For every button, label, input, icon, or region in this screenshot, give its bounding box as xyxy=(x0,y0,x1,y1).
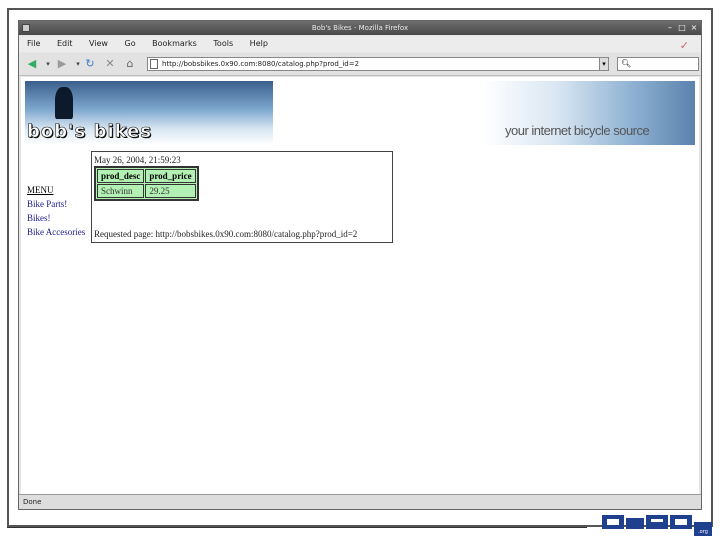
nav-link-bike-accessories[interactable]: Bike Accesories xyxy=(27,227,87,238)
window-title: Bob's Bikes - Mozilla Firefox xyxy=(311,24,409,32)
table-cell: 29.25 xyxy=(145,184,196,198)
close-icon[interactable]: × xyxy=(689,23,699,33)
slide-bottom-rule xyxy=(7,527,587,528)
menu-help[interactable]: Help xyxy=(250,39,268,48)
menu-go[interactable]: Go xyxy=(125,39,136,48)
page-content: bob's bikes your internet bicycle source… xyxy=(21,77,699,495)
query-result-box: May 26, 2004, 21:59:23 prod_desc prod_pr… xyxy=(91,151,393,243)
search-icon: 🔍︎ xyxy=(621,59,632,68)
menu-tools[interactable]: Tools xyxy=(213,39,233,48)
navigation-toolbar: ◀ ▾ ▶ ▾ ↻ ✕ ⌂ http://bobsbikes.0x90.com:… xyxy=(19,53,701,76)
status-bar: Done xyxy=(19,494,701,509)
timestamp: May 26, 2004, 21:59:23 xyxy=(94,155,181,165)
column-header: prod_desc xyxy=(97,169,145,183)
page-icon xyxy=(150,59,158,69)
menu-view[interactable]: View xyxy=(89,39,108,48)
menu-file[interactable]: File xyxy=(27,39,40,48)
menu-edit[interactable]: Edit xyxy=(57,39,73,48)
menu-bookmarks[interactable]: Bookmarks xyxy=(152,39,197,48)
browser-window: Bob's Bikes - Mozilla Firefox – □ × File… xyxy=(18,20,702,510)
side-menu: MENU Bike Parts! Bikes! Bike Accesories xyxy=(27,185,87,241)
search-input[interactable]: 🔍︎ xyxy=(617,57,699,71)
title-bar: Bob's Bikes - Mozilla Firefox – □ × xyxy=(19,21,701,35)
0x90-logo: .org xyxy=(602,515,712,536)
status-text: Done xyxy=(23,498,42,506)
menu-bar: File Edit View Go Bookmarks Tools Help ✓ xyxy=(19,36,701,52)
banner-right: your internet bicycle source xyxy=(483,81,695,145)
table-row: Schwinn 29.25 xyxy=(97,184,196,198)
nav-link-bikes[interactable]: Bikes! xyxy=(27,213,87,224)
requested-page-text: Requested page: http://bobsbikes.0x90.co… xyxy=(94,229,358,239)
table-header-row: prod_desc prod_price xyxy=(97,169,196,183)
address-dropdown-icon[interactable]: ▾ xyxy=(599,57,609,71)
nav-link-bike-parts[interactable]: Bike Parts! xyxy=(27,199,87,210)
forward-icon[interactable]: ▶ xyxy=(55,57,69,71)
window-menu-icon[interactable] xyxy=(22,24,30,32)
stop-icon[interactable]: ✕ xyxy=(103,57,117,71)
home-icon[interactable]: ⌂ xyxy=(123,57,137,71)
address-bar[interactable]: http://bobsbikes.0x90.com:8080/catalog.p… xyxy=(147,57,609,71)
reload-icon[interactable]: ↻ xyxy=(83,57,97,71)
back-icon[interactable]: ◀ xyxy=(25,57,39,71)
column-header: prod_price xyxy=(145,169,196,183)
minimize-icon[interactable]: – xyxy=(665,23,675,33)
cyclist-image xyxy=(55,87,73,119)
logo-sub: .org xyxy=(698,529,708,535)
banner-left: bob's bikes xyxy=(25,81,273,145)
address-text: http://bobsbikes.0x90.com:8080/catalog.p… xyxy=(162,60,360,68)
result-table: prod_desc prod_price Schwinn 29.25 xyxy=(94,166,199,201)
table-cell: Schwinn xyxy=(97,184,145,198)
throbber-icon: ✓ xyxy=(679,39,689,52)
menu-heading: MENU xyxy=(27,185,54,195)
slogan: your internet bicycle source xyxy=(505,123,650,138)
brand-logo: bob's bikes xyxy=(27,121,153,143)
maximize-icon[interactable]: □ xyxy=(677,23,687,33)
back-dropdown-icon[interactable]: ▾ xyxy=(41,57,55,71)
